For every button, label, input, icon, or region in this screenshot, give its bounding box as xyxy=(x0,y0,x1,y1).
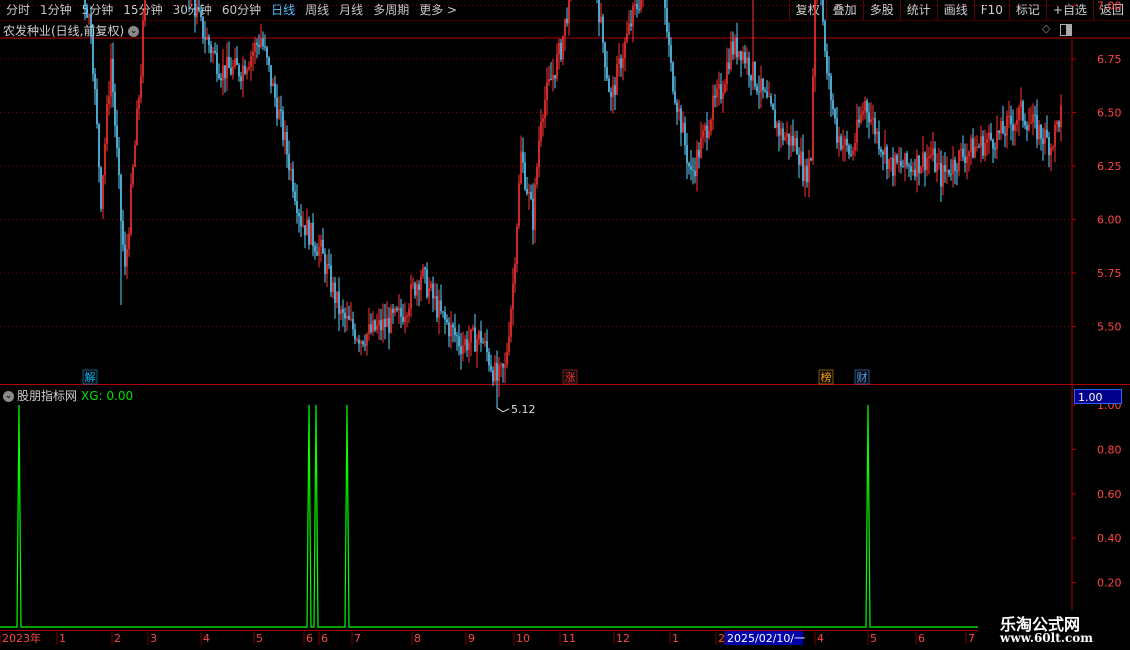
event-marker-text: 财 xyxy=(857,370,868,384)
xg-signal-line xyxy=(0,404,978,628)
x-axis-label: 6 xyxy=(306,632,313,645)
event-marker-text: 解 xyxy=(85,370,96,384)
price-tick-label: 7.00 xyxy=(1097,0,1122,13)
x-axis-label: 6 xyxy=(321,632,328,645)
x-axis-label: 10 xyxy=(516,632,530,645)
x-axis-label: 11 xyxy=(562,632,576,645)
x-axis-label: 4 xyxy=(203,632,210,645)
x-axis-label: 2023年 xyxy=(2,631,41,645)
event-marker-text: 涨 xyxy=(565,371,576,384)
watermark-url: www.60lt.com xyxy=(1000,631,1093,645)
low-price-label: 5.12 xyxy=(511,403,536,416)
price-tick-label: 6.00 xyxy=(1097,214,1122,227)
x-axis-label: 8 xyxy=(414,632,421,645)
x-axis-label: 2 xyxy=(114,632,121,645)
x-axis-label: 7 xyxy=(968,632,975,645)
indicator-current-value: 1.00 xyxy=(1074,389,1122,404)
x-axis-label: 12 xyxy=(616,632,630,645)
x-axis-label: 5 xyxy=(256,632,263,645)
event-marker-text: 榜 xyxy=(821,370,832,384)
x-axis-label: 1 xyxy=(672,632,679,645)
price-tick-label: 5.50 xyxy=(1097,321,1122,334)
x-axis-label: 3 xyxy=(150,632,157,645)
chevron-down-icon[interactable]: ⌄ xyxy=(128,26,140,37)
chevron-down-icon[interactable]: ⌄ xyxy=(3,391,14,402)
stock-title: 农发种业(日线,前复权) ⌄ xyxy=(3,22,140,39)
x-axis-label: 5 xyxy=(870,632,877,645)
date-cursor-label: 2025/02/10/一 xyxy=(727,632,805,645)
price-tick-label: 6.25 xyxy=(1097,160,1122,173)
xg-value: XG: 0.00 xyxy=(81,389,134,403)
indicator-tick-label: 0.40 xyxy=(1097,532,1122,545)
low-pointer xyxy=(496,407,510,413)
chart-canvas: 8.007.757.507.257.006.756.506.256.005.75… xyxy=(0,0,1130,645)
x-axis-label: 2 xyxy=(718,632,725,645)
indicator-tick-label: 0.80 xyxy=(1097,443,1122,456)
indicator-tick-label: 0.20 xyxy=(1097,577,1122,590)
indicator-title: ⌄ 股朋指标网 XG: 0.00 xyxy=(3,387,133,404)
price-tick-label: 6.50 xyxy=(1097,107,1122,120)
indicator-name: 股朋指标网 xyxy=(17,389,78,403)
x-axis-label: 1 xyxy=(59,632,66,645)
indicator-tick-label: 0.60 xyxy=(1097,488,1122,501)
diamond-icon[interactable]: ◇ xyxy=(1042,22,1050,35)
stock-title-text: 农发种业(日线,前复权) xyxy=(3,24,125,38)
panel-toggle-icon[interactable] xyxy=(1060,24,1072,36)
x-axis-label: 4 xyxy=(817,632,824,645)
x-axis-label: 6 xyxy=(918,632,925,645)
price-tick-label: 6.75 xyxy=(1097,53,1122,66)
x-axis-label: 9 xyxy=(468,632,475,645)
x-axis-label: 7 xyxy=(354,632,361,645)
price-tick-label: 5.75 xyxy=(1097,267,1122,280)
